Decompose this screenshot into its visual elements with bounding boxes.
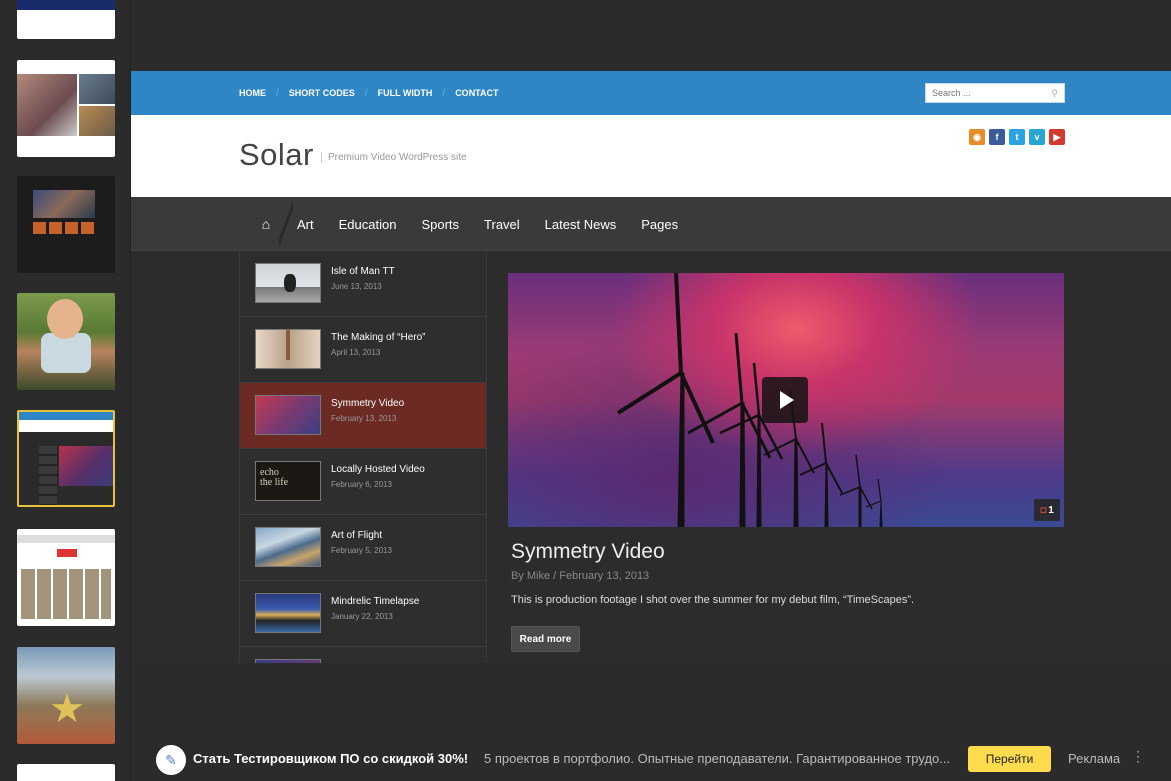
ad-menu-icon[interactable]: ⋮ xyxy=(1131,748,1145,765)
ad-go-button[interactable]: Перейти xyxy=(968,746,1051,772)
video-thumbnail[interactable] xyxy=(255,395,321,435)
thumbnail-4[interactable] xyxy=(17,293,115,390)
nav-separator: / xyxy=(276,87,279,99)
video-list-item[interactable] xyxy=(240,647,486,663)
social-icons: ◉ f t v ▶ xyxy=(969,129,1065,145)
video-player[interactable]: ◘ 1 xyxy=(508,273,1064,527)
video-thumbnail[interactable] xyxy=(255,329,321,369)
thumbnail-1[interactable] xyxy=(17,0,115,39)
comment-count: 1 xyxy=(1048,504,1054,516)
thumbnail-3[interactable] xyxy=(17,176,115,273)
thumbnail-8[interactable] xyxy=(17,764,115,781)
thumbnail-6[interactable] xyxy=(17,529,115,626)
video-date: June 13, 2013 xyxy=(331,282,382,291)
ad-label: Реклама xyxy=(1068,751,1121,766)
video-title[interactable]: The Making of “Hero” xyxy=(331,332,425,343)
site-tagline: Premium Video WordPress site xyxy=(321,152,467,163)
search-icon[interactable]: ⚲ xyxy=(1051,88,1058,99)
video-thumbnail[interactable] xyxy=(255,263,321,303)
home-icon[interactable]: ⌂ xyxy=(239,197,293,251)
thumbnail-text: the life xyxy=(260,477,289,488)
video-list-item[interactable]: Mindrelic Timelapse January 22, 2013 xyxy=(240,581,486,647)
topnav-short-codes[interactable]: SHORT CODES xyxy=(289,88,355,98)
vimeo-icon[interactable]: v xyxy=(1029,129,1045,145)
video-thumbnail[interactable] xyxy=(255,659,321,663)
video-list-item[interactable]: Art of Flight February 5, 2013 xyxy=(240,515,486,581)
post-meta: By Mike / February 13, 2013 xyxy=(511,570,650,582)
topnav-home[interactable]: HOME xyxy=(239,88,266,98)
play-button[interactable] xyxy=(762,377,808,423)
video-thumbnail[interactable]: echo the life xyxy=(255,461,321,501)
facebook-icon[interactable]: f xyxy=(989,129,1005,145)
top-nav: HOME / SHORT CODES / FULL WIDTH / CONTAC… xyxy=(239,71,509,115)
thumbnail-2[interactable] xyxy=(17,60,115,157)
video-title[interactable]: Mindrelic Timelapse xyxy=(331,596,419,607)
mainnav-item-education[interactable]: Education xyxy=(339,217,397,232)
video-title[interactable]: Isle of Man TT xyxy=(331,266,395,277)
ad-title[interactable]: Стать Тестировщиком ПО со скидкой 30%! xyxy=(193,751,468,766)
video-list-item[interactable]: Symmetry Video February 13, 2013 xyxy=(240,383,486,449)
video-title[interactable]: Symmetry Video xyxy=(331,398,404,409)
search-box[interactable]: ⚲ xyxy=(925,83,1065,103)
mainnav-item-latest-news[interactable]: Latest News xyxy=(545,217,617,232)
thumbnail-5-selected[interactable] xyxy=(17,410,115,507)
video-date: February 6, 2013 xyxy=(331,480,392,489)
rss-icon[interactable]: ◉ xyxy=(969,129,985,145)
mainnav-item-sports[interactable]: Sports xyxy=(421,217,459,232)
search-input[interactable] xyxy=(932,88,1052,98)
post-excerpt: This is production footage I shot over t… xyxy=(511,594,915,606)
thumbnail-7[interactable]: ★ xyxy=(17,647,115,744)
video-title[interactable]: Art of Flight xyxy=(331,530,382,541)
comment-icon: ◘ xyxy=(1040,504,1047,516)
video-thumbnail[interactable] xyxy=(255,593,321,633)
read-more-button[interactable]: Read more xyxy=(511,626,580,652)
twitter-icon[interactable]: t xyxy=(1009,129,1025,145)
mainnav-item-art[interactable]: Art xyxy=(297,217,314,232)
video-list-item[interactable]: echo the life Locally Hosted Video February… xyxy=(240,449,486,515)
video-thumbnail[interactable] xyxy=(255,527,321,567)
mainnav-item-pages[interactable]: Pages xyxy=(641,217,678,232)
video-date: February 5, 2013 xyxy=(331,546,392,555)
thumbnail-strip: ★ xyxy=(0,0,131,781)
nav-separator: / xyxy=(442,87,446,99)
video-date: April 13, 2013 xyxy=(331,348,381,357)
ad-bar: ✎ Стать Тестировщиком ПО со скидкой 30%!… xyxy=(131,736,1171,781)
main-nav-list: Art Education Sports Travel Latest News Pages xyxy=(297,197,703,251)
website-preview: HOME / SHORT CODES / FULL WIDTH / CONTAC… xyxy=(131,71,1171,663)
video-list-item[interactable]: The Making of “Hero” April 13, 2013 xyxy=(240,317,486,383)
site-header: Solar Premium Video WordPress site ◉ f t v ▶ xyxy=(131,115,1171,197)
site-logo[interactable]: Solar xyxy=(239,137,314,173)
mainnav-item-travel[interactable]: Travel xyxy=(484,217,520,232)
post-title[interactable]: Symmetry Video xyxy=(511,540,665,564)
video-list: Isle of Man TT June 13, 2013 The Making of… xyxy=(239,251,487,663)
topnav-full-width[interactable]: FULL WIDTH xyxy=(378,88,433,98)
ad-description[interactable]: 5 проектов в портфолио. Опытные преподав… xyxy=(484,751,954,766)
video-list-item[interactable]: Isle of Man TT June 13, 2013 xyxy=(240,251,486,317)
main-nav: ⌂ Art Education Sports Travel Latest News Pag… xyxy=(131,197,1171,251)
comment-count-badge[interactable]: ◘ 1 xyxy=(1034,499,1060,521)
topnav-contact[interactable]: CONTACT xyxy=(455,88,498,98)
video-date: January 22, 2013 xyxy=(331,612,393,621)
nav-separator: / xyxy=(364,87,368,99)
youtube-icon[interactable]: ▶ xyxy=(1049,129,1065,145)
video-date: February 13, 2013 xyxy=(331,414,397,423)
top-bar: HOME / SHORT CODES / FULL WIDTH / CONTAC… xyxy=(131,71,1171,115)
video-title[interactable]: Locally Hosted Video xyxy=(331,464,425,475)
ad-logo-icon[interactable]: ✎ xyxy=(156,745,186,775)
